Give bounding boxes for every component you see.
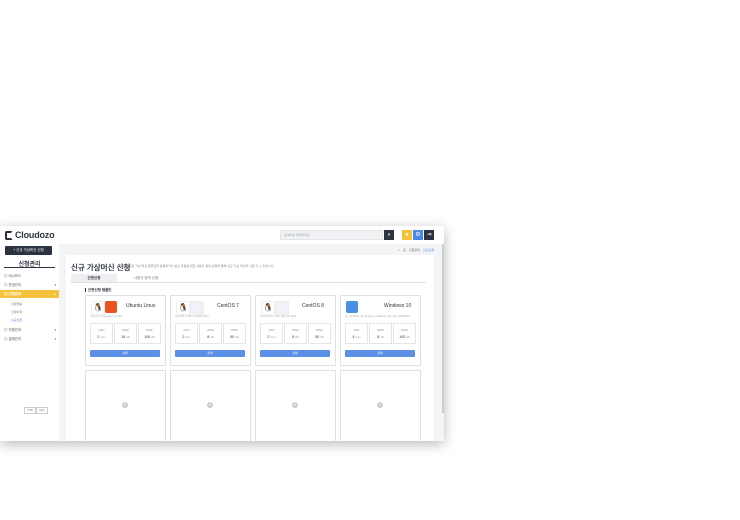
template-desc: CentOS-8.1.1911-x86_64-dvd1 xyxy=(260,315,296,318)
spec-cpu: CPU 2 Core xyxy=(90,323,113,344)
sidebar-item-dashboard[interactable]: ◎ 대시보드 xyxy=(0,272,59,280)
ubuntu-icon xyxy=(105,301,117,313)
submenu-new-request[interactable]: 신규신청 xyxy=(11,318,22,322)
spec-ram: RAM 8 GB xyxy=(284,323,307,344)
spec-ram: RAM 8 GB xyxy=(199,323,222,344)
spec-cpu: CPU 4 Core xyxy=(345,323,368,344)
template-name: Windows 10 xyxy=(384,303,412,309)
spec-disk: DISK 100 GB xyxy=(138,323,161,344)
linux-icon: 🐧 xyxy=(176,301,190,315)
windows-icon xyxy=(346,301,358,313)
app-window: Cloudozo 검색어를 입력하세요 ⌕ ● ⚙ ⇥ + 신규 가상머신 신청… xyxy=(0,226,444,441)
template-name: CentOS 8 xyxy=(302,303,324,309)
content-panel: 신규 가상머신 신청 사전에 설정된 가상 머신 템플릿을 활용하거나 필요 자… xyxy=(66,255,434,441)
tab-bar: 간편신청 사용자 정의 신청 xyxy=(71,274,426,283)
empty-template-slot[interactable]: + xyxy=(85,370,166,441)
empty-template-slot[interactable]: + xyxy=(170,370,251,441)
chevron-down-icon: ▾ xyxy=(54,283,56,287)
sidebar-item-resources[interactable]: ◎ 자원관리 ▾ xyxy=(0,326,59,334)
add-icon[interactable]: + xyxy=(122,402,128,408)
spec-disk: DISK 100 GB xyxy=(393,323,416,344)
submenu-request-status[interactable]: 신청현황 xyxy=(11,302,22,306)
section-label: 간편신청 템플릿 xyxy=(85,288,112,293)
app-name: Cloudozo xyxy=(15,230,55,240)
chevron-up-icon: ▴ xyxy=(54,292,56,296)
template-desc: ko_windows_10_business_editions_x64_dvd_… xyxy=(345,315,410,318)
breadcrumb: ⌂ 홈 신청관리 신규신청 xyxy=(398,248,434,252)
tab-custom-request[interactable]: 사용자 정의 신청 xyxy=(117,274,175,282)
spec-ram: RAM 16 GB xyxy=(114,323,137,344)
home-icon[interactable]: ⌂ xyxy=(398,248,400,252)
spec-cpu: CPU 2 Core xyxy=(175,323,198,344)
logout-icon[interactable]: ⇥ xyxy=(424,230,434,240)
add-icon[interactable]: + xyxy=(292,402,298,408)
select-button[interactable]: 선택 xyxy=(90,350,160,357)
sidebar: + 신규 가상머신 신청 신청관리 ◎ 대시보드 ◎ 운영관리 ▾ ◎ 신청관리 ▴… xyxy=(0,244,60,441)
user-icon[interactable]: ● xyxy=(402,230,412,240)
breadcrumb-home[interactable]: 홈 xyxy=(403,248,406,252)
divider xyxy=(4,267,55,268)
logo-icon xyxy=(5,230,13,240)
scrollbar[interactable] xyxy=(442,244,444,413)
search-input[interactable]: 검색어를 입력하세요 xyxy=(280,230,383,240)
template-card-centos8[interactable]: 🐧 CentOS 8 CentOS-8.1.1911-x86_64-dvd1 C… xyxy=(255,295,336,366)
spec-cpu: CPU 2 Core xyxy=(260,323,283,344)
submenu-request-history[interactable]: 신청이력 xyxy=(11,310,22,314)
centos-icon xyxy=(275,301,289,315)
select-button[interactable]: 선택 xyxy=(260,350,330,357)
template-name: CentOS 7 xyxy=(217,303,239,309)
centos-icon xyxy=(190,301,204,315)
template-name: Ubuntu Linux xyxy=(126,303,156,309)
empty-template-slot[interactable]: + xyxy=(255,370,336,441)
page-description: 사전에 설정된 가상 머신 템플릿을 활용하거나 필요 자원에 대한 사용자 정… xyxy=(117,264,275,268)
main-content: ⌂ 홈 신청관리 신규신청 신규 가상머신 신청 사전에 설정된 가상 머신 템… xyxy=(59,244,444,441)
gear-icon[interactable]: ⚙ xyxy=(413,230,423,240)
linux-icon: 🐧 xyxy=(261,301,275,315)
select-button[interactable]: 선택 xyxy=(175,350,245,357)
sidebar-item-requests[interactable]: ◎ 신청관리 ▴ xyxy=(0,290,59,298)
linux-icon: 🐧 xyxy=(91,301,105,315)
top-bar: Cloudozo 검색어를 입력하세요 ⌕ ● ⚙ ⇥ xyxy=(0,226,444,245)
chevron-down-icon: ▾ xyxy=(54,337,56,341)
new-vm-request-button[interactable]: + 신규 가상머신 신청 xyxy=(5,246,52,255)
add-icon[interactable]: + xyxy=(207,402,213,408)
sidebar-item-approvals[interactable]: ◎ 결재관리 ▾ xyxy=(0,335,59,343)
template-card-ubuntu[interactable]: 🐧 Ubuntu Linux ubuntu-17.04-server-amd64… xyxy=(85,295,166,366)
search-icon[interactable]: ⌕ xyxy=(384,230,394,240)
chevron-down-icon: ▾ xyxy=(54,328,56,332)
template-card-windows10[interactable]: Windows 10 ko_windows_10_business_editio… xyxy=(340,295,421,366)
section-marker xyxy=(85,288,86,292)
spec-disk: DISK 50 GB xyxy=(308,323,331,344)
spec-disk: DISK 50 GB xyxy=(223,323,246,344)
sidebar-item-operations[interactable]: ◎ 운영관리 ▾ xyxy=(0,281,59,289)
logo[interactable]: Cloudozo xyxy=(5,229,55,241)
lang-kor-button[interactable]: KOR xyxy=(24,407,36,414)
template-card-centos7[interactable]: 🐧 CentOS 7 CentOS-7-x86_64-DVD-1611 CPU 2… xyxy=(170,295,251,366)
template-desc: CentOS-7-x86_64-DVD-1611 xyxy=(175,315,209,318)
breadcrumb-current: 신규신청 xyxy=(422,248,434,252)
spec-ram: RAM 8 GB xyxy=(369,323,392,344)
breadcrumb-parent[interactable]: 신청관리 xyxy=(409,248,420,252)
lang-eng-button[interactable]: ENG xyxy=(36,407,48,414)
select-button[interactable]: 선택 xyxy=(345,350,415,357)
template-desc: ubuntu-17.04-server-amd64 xyxy=(90,315,123,318)
add-icon[interactable]: + xyxy=(377,402,383,408)
tab-quick-request[interactable]: 간편신청 xyxy=(71,274,117,282)
empty-template-slot[interactable]: + xyxy=(340,370,421,441)
